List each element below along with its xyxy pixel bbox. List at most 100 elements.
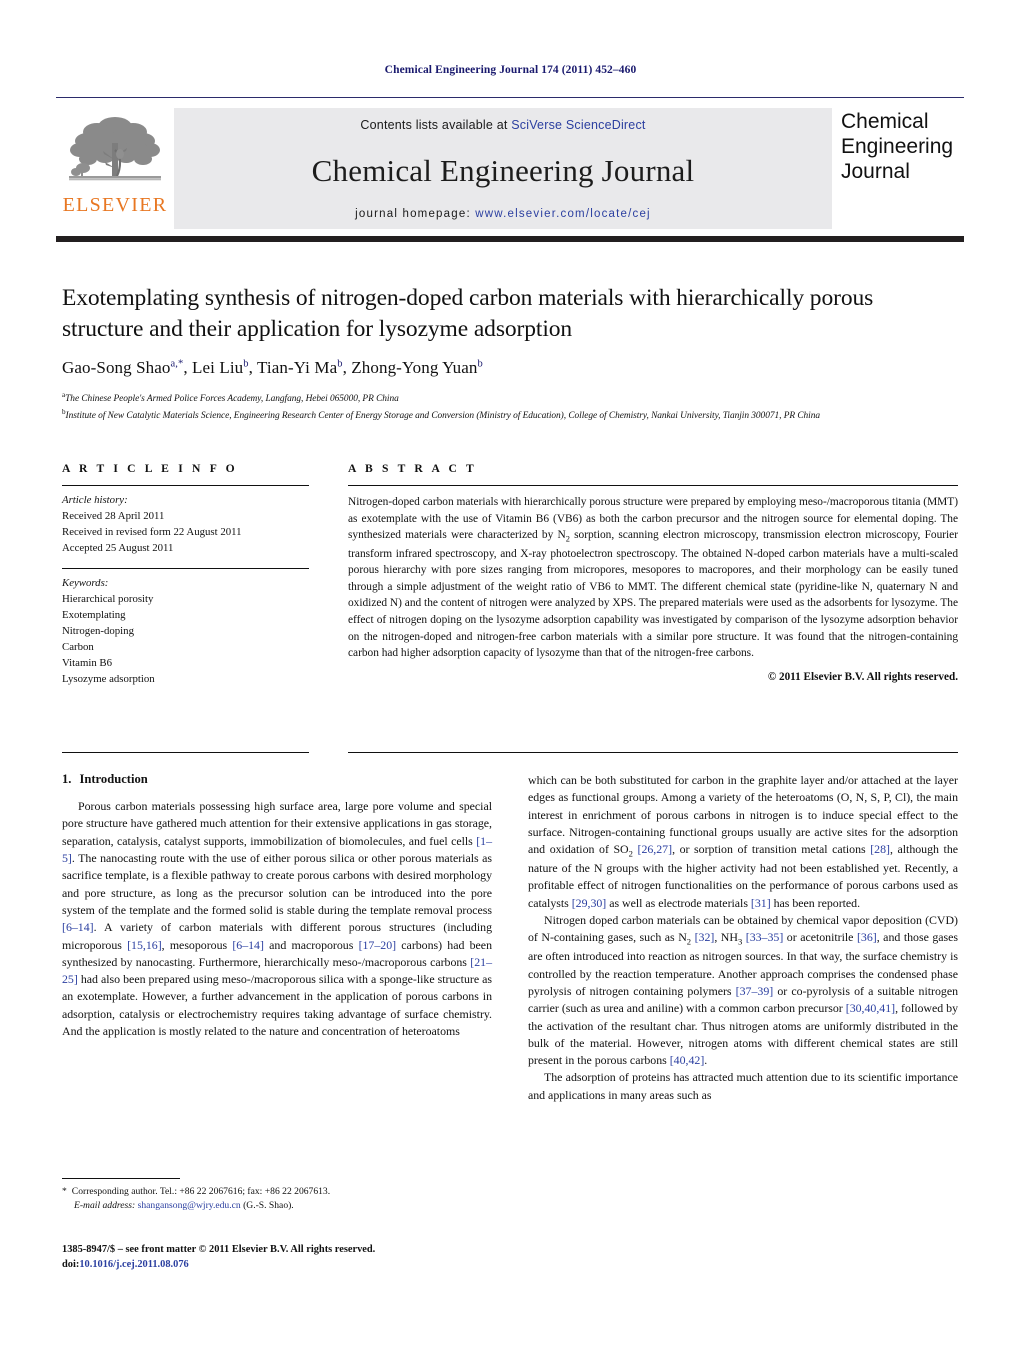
homepage-prefix: journal homepage: (355, 208, 476, 220)
intro-p1-a: Porous carbon materials possessing high … (62, 799, 492, 848)
masthead-center-band: Contents lists available at SciVerse Sci… (174, 108, 832, 229)
keyword-item: Lysozyme adsorption (62, 672, 155, 685)
contents-available-line: Contents lists available at SciVerse Sci… (360, 118, 645, 132)
imprint-block: 1385-8947/$ – see front matter © 2011 El… (62, 1243, 502, 1273)
author-list: Gao-Song Shaoa,*, Lei Liub, Tian-Yi Mab,… (62, 358, 958, 378)
author-entry[interactable]: Zhong-Yong Yuanb (351, 358, 483, 377)
doi-link[interactable]: 10.1016/j.cej.2011.08.076 (79, 1259, 188, 1270)
article-history-item: Accepted 25 August 2011 (62, 541, 174, 554)
author-affil-mark: b (477, 358, 483, 370)
author-name: Tian-Yi Ma (257, 358, 338, 378)
citation-ref[interactable]: [29,30] (572, 896, 607, 910)
elsevier-wordmark: ELSEVIER (62, 194, 168, 216)
author-entry[interactable]: Lei Liub (192, 358, 249, 377)
keyword-item: Vitamin B6 (62, 656, 113, 669)
body-columns: 1. Introduction Porous carbon materials p… (62, 772, 958, 1242)
citation-ref[interactable]: [6–14] (232, 938, 264, 952)
citation-ref[interactable]: [28] (870, 842, 890, 856)
citation-ref[interactable]: [37–39] (736, 984, 774, 998)
keywords-heading: Keywords: (62, 577, 109, 590)
sciencedirect-link[interactable]: SciVerse ScienceDirect (511, 118, 645, 132)
title-block: Exotemplating synthesis of nitrogen-dope… (62, 283, 958, 423)
keywords-block: Keywords: Hierarchical porosity Exotempl… (62, 568, 309, 687)
body-column-left: 1. Introduction Porous carbon materials p… (62, 772, 492, 1040)
citation-ref[interactable]: [15,16] (127, 938, 162, 952)
citation-ref[interactable]: [30,40,41] (846, 1001, 895, 1015)
author-name: Gao-Song Shao (62, 358, 171, 378)
citation-ref[interactable]: [32] (695, 930, 715, 944)
intro-p2-c: , or sorption of transition metal cation… (672, 842, 871, 857)
article-info-label: A R T I C L E I N F O (62, 462, 238, 475)
citation-ref[interactable]: [17–20] (359, 938, 397, 952)
citation-ref[interactable]: [26,27] (638, 842, 673, 856)
imprint-front-matter: 1385-8947/$ – see front matter © 2011 El… (62, 1244, 376, 1255)
journal-title: Chemical Engineering Journal (311, 152, 695, 188)
citation-ref[interactable]: [31] (751, 896, 771, 910)
cover-title-line1: Chemical (841, 110, 929, 133)
intro-paragraph-2: which can be both substituted for carbon… (528, 772, 958, 912)
footnote-body: * Corresponding author. Tel.: +86 22 2067… (62, 1185, 492, 1213)
footnote-divider (62, 1178, 180, 1179)
abstract-column: A B S T R A C T Nitrogen-doped carbon ma… (348, 462, 958, 687)
author-sep: , (183, 358, 193, 378)
abstract-part-2: sorption, scanning electron microscopy, … (348, 529, 958, 660)
author-sep: , (342, 358, 352, 378)
author-entry[interactable]: Gao-Song Shaoa,* (62, 358, 183, 377)
section-heading-introduction: 1. Introduction (62, 772, 492, 787)
intro-p1-b: . The nanocasting route with the use of … (62, 850, 492, 917)
info-bottom-rule (62, 752, 309, 753)
keyword-item: Hierarchical porosity (62, 593, 154, 606)
intro-p2-e: as well as electrode materials (606, 895, 751, 910)
running-head: Chemical Engineering Journal 174 (2011) … (384, 64, 637, 76)
affiliation-item: bInstitute of New Catalytic Materials Sc… (62, 407, 958, 423)
intro-paragraph-1: Porous carbon materials possessing high … (62, 798, 492, 1040)
abstract-label: A B S T R A C T (348, 462, 477, 475)
affiliation-list: aThe Chinese People's Armed Police Force… (62, 390, 958, 423)
cover-title-line3: Journal (841, 159, 910, 183)
journal-masthead: ELSEVIER Contents lists available at Sci… (56, 97, 964, 233)
keyword-item: Nitrogen-doping (62, 625, 134, 638)
intro-p3-c: , NH (714, 930, 738, 945)
footnote-star-marker: * (62, 1186, 67, 1197)
paper-page: Chemical Engineering Journal 174 (2011) … (0, 0, 1021, 1351)
citation-ref[interactable]: [33–35] (746, 930, 784, 944)
intro-p1-g: had also been prepared using meso-/macro… (62, 972, 492, 1039)
corresponding-author-footnote: * Corresponding author. Tel.: +86 22 2067… (62, 1178, 492, 1213)
abstract-text: Nitrogen-doped carbon materials with hie… (348, 486, 958, 662)
article-history: Article history: Received 28 April 2011 … (62, 486, 309, 556)
author-name: Zhong-Yong Yuan (351, 358, 478, 378)
affiliation-item: aThe Chinese People's Armed Police Force… (62, 390, 958, 406)
citation-ref[interactable]: [36] (857, 930, 877, 944)
article-history-item: Received in revised form 22 August 2011 (62, 525, 242, 538)
footnote-corresponding-text: Corresponding author. Tel.: +86 22 20676… (71, 1186, 331, 1197)
intro-p1-d: , mesoporous (161, 937, 233, 952)
journal-homepage-link[interactable]: www.elsevier.com/locate/cej (475, 208, 651, 220)
section-title: Introduction (79, 772, 148, 786)
author-sep: , (248, 358, 258, 378)
footnote-email-owner: (G.-S. Shao). (243, 1199, 294, 1211)
corresponding-email-link[interactable]: shangansong@wjry.edu.cn (138, 1200, 241, 1211)
article-history-heading: Article history: (62, 494, 128, 506)
elsevier-logo: ELSEVIER (56, 108, 174, 229)
info-abstract-section: A R T I C L E I N F O Article history: R… (62, 462, 958, 687)
article-info-column: A R T I C L E I N F O Article history: R… (62, 462, 309, 687)
intro-p3-e: or acetonitrile (783, 930, 857, 945)
abstract-bottom-rule (348, 752, 958, 753)
keyword-item: Carbon (62, 640, 94, 653)
column-gap (309, 462, 348, 687)
intro-p2-f: has been reported. (770, 895, 861, 910)
imprint-doi-line: doi:10.1016/j.cej.2011.08.076 (62, 1258, 502, 1273)
intro-paragraph-3: Nitrogen doped carbon materials can be o… (528, 912, 958, 1069)
contents-prefix: Contents lists available at (360, 118, 512, 132)
citation-ref[interactable]: [6–14] (62, 920, 94, 934)
author-name: Lei Liu (192, 358, 244, 378)
author-entry[interactable]: Tian-Yi Mab (257, 358, 343, 377)
citation-ref[interactable]: [40,42] (670, 1053, 705, 1067)
author-affil-mark: a,* (170, 358, 184, 370)
masthead-bottom-rule (56, 236, 964, 242)
intro-p3-i: . (704, 1053, 708, 1068)
keyword-item: Exotemplating (62, 609, 126, 622)
affiliation-text: The Chinese People's Armed Police Forces… (65, 394, 399, 405)
section-number: 1. (62, 772, 72, 786)
footnote-email-label: E-mail address: (74, 1199, 136, 1211)
